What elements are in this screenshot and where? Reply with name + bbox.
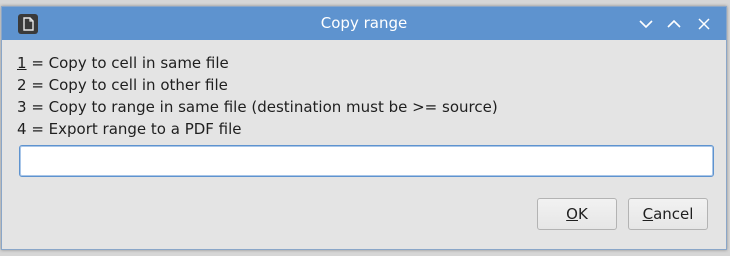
window-title: Copy range bbox=[320, 14, 408, 32]
option-key: 3 bbox=[17, 98, 27, 116]
ok-button[interactable]: OK bbox=[537, 198, 617, 230]
title-bar[interactable]: Copy range bbox=[2, 7, 726, 40]
choice-input[interactable] bbox=[19, 145, 714, 177]
option-key: 1 bbox=[17, 54, 27, 72]
ok-label-rest: K bbox=[577, 205, 588, 223]
option-text: = Copy to cell in other file bbox=[26, 76, 228, 94]
cancel-label-rest: ancel bbox=[653, 205, 694, 223]
close-icon bbox=[698, 18, 710, 30]
option-key: 4 bbox=[17, 120, 27, 138]
chevron-down-icon bbox=[639, 20, 653, 29]
chevron-up-icon bbox=[667, 19, 681, 28]
option-key: 2 bbox=[17, 76, 27, 94]
ok-mnemonic: O bbox=[566, 205, 578, 223]
cancel-button[interactable]: Cancel bbox=[628, 198, 708, 230]
option-1: 1 = Copy to cell in same file bbox=[17, 52, 712, 74]
minimize-button[interactable] bbox=[635, 13, 657, 35]
option-4: 4 = Export range to a PDF file bbox=[17, 118, 712, 140]
option-3: 3 = Copy to range in same file (destinat… bbox=[17, 96, 712, 118]
options-list: 1 = Copy to cell in same file 2 = Copy t… bbox=[17, 52, 712, 140]
close-button[interactable] bbox=[693, 13, 715, 35]
copy-range-dialog: Copy range 1 = Copy to cell in same file… bbox=[1, 6, 727, 250]
option-text: = Export range to a PDF file bbox=[26, 120, 242, 138]
option-text: = Copy to cell in same file bbox=[26, 54, 229, 72]
cancel-mnemonic: C bbox=[642, 205, 654, 223]
option-2: 2 = Copy to cell in other file bbox=[17, 74, 712, 96]
option-text: = Copy to range in same file (destinatio… bbox=[26, 98, 498, 116]
maximize-button[interactable] bbox=[663, 13, 685, 35]
